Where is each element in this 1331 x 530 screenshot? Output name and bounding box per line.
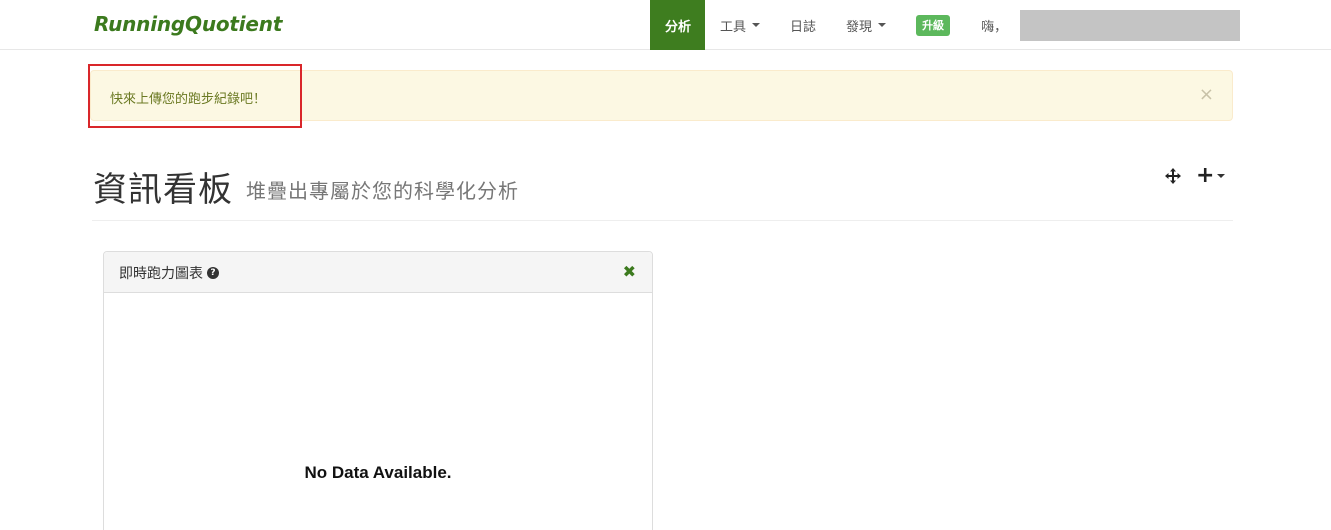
panel-title-label: 即時跑力圖表 [119,266,203,282]
nav-journal-label: 日誌 [790,19,817,35]
page-header: 資訊看板 堆疊出專屬於您的科學化分析 + [92,160,1233,221]
username-redacted[interactable] [1020,10,1240,41]
main-nav: 分析 工具 日誌 發現 升級 嗨， [650,0,1007,50]
add-widget-dropdown[interactable]: + [1196,163,1226,188]
nav-tools-dropdown[interactable]: 工具 [705,0,775,50]
close-icon[interactable]: × [1199,86,1214,104]
upgrade-badge[interactable]: 升級 [916,14,951,36]
nav-analysis-label: 分析 [665,19,692,35]
plus-icon: + [1196,163,1215,188]
nav-tools-label: 工具 [720,19,747,35]
realtime-running-chart-panel: 即時跑力圖表 ? ✖ No Data Available. [103,251,653,530]
nav-upgrade[interactable]: 升級 [901,0,965,50]
top-navbar: RunningQuotient 分析 工具 日誌 發現 升級 嗨， [0,0,1331,50]
chevron-down-icon [1217,174,1226,178]
panel-title: 即時跑力圖表 ? [119,263,219,283]
close-icon[interactable]: ✖ [623,262,636,281]
greeting-label: 嗨， [981,19,1008,35]
move-arrows-icon[interactable] [1165,168,1181,184]
chevron-down-icon [878,23,887,27]
nav-analysis[interactable]: 分析 [650,0,706,50]
nav-journal[interactable]: 日誌 [775,0,831,50]
panel-heading: 即時跑力圖表 ? ✖ [104,252,652,293]
chevron-down-icon [752,23,761,27]
user-greeting[interactable]: 嗨， [965,0,1007,50]
highlight-annotation-box [88,64,302,128]
page-title: 資訊看板 [93,170,233,210]
page-subtitle: 堆疊出專屬於您的科學化分析 [246,179,519,203]
nav-discover-dropdown[interactable]: 發現 [831,0,901,50]
no-data-message: No Data Available. [304,463,452,482]
question-circle-icon[interactable]: ? [207,267,219,279]
nav-discover-label: 發現 [846,19,873,35]
brand-logo[interactable]: RunningQuotient [94,12,282,36]
